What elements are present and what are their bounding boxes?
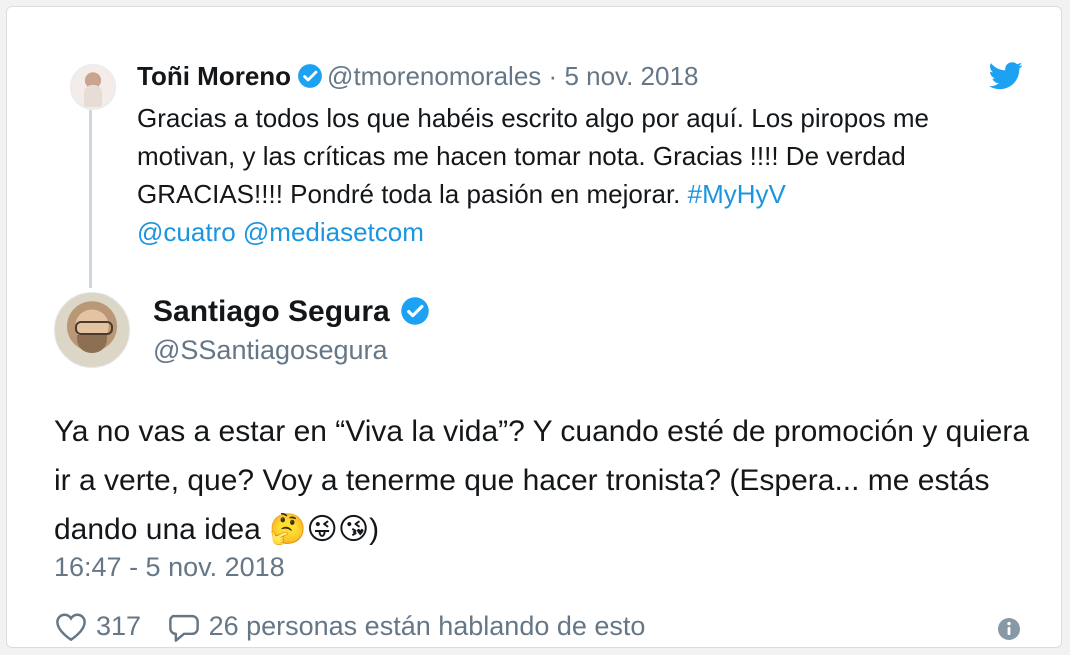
reply-author-handle[interactable]: @SSantiagosegura: [153, 335, 388, 366]
reply-author-name-row: Santiago Segura: [153, 295, 434, 329]
info-icon[interactable]: [997, 617, 1021, 641]
verified-badge-icon: [400, 297, 429, 325]
parent-tweet-header: Toñi Moreno @tmorenomorales · 5 nov. 2018: [137, 59, 698, 93]
mention-link-mediasetcom[interactable]: @mediasetcom: [243, 217, 424, 247]
reply-author-name[interactable]: Santiago Segura: [153, 295, 390, 328]
parent-author-name[interactable]: Toñi Moreno: [137, 61, 291, 91]
avatar-beard: [77, 335, 107, 353]
tweet-actions-bar: 317 26 personas están hablando de esto: [54, 611, 663, 651]
heart-icon: [56, 612, 86, 641]
conversation-action[interactable]: 26 personas están hablando de esto: [167, 611, 646, 642]
reply-timestamp[interactable]: 16:47 - 5 nov. 2018: [54, 552, 285, 583]
conversation-text: 26 personas están hablando de esto: [208, 611, 646, 641]
embedded-tweet-card: Toñi Moreno @tmorenomorales · 5 nov. 2018…: [6, 6, 1062, 648]
like-count: 317: [96, 611, 142, 641]
mention-link-cuatro[interactable]: @cuatro: [137, 217, 236, 247]
parent-avatar[interactable]: [70, 64, 116, 110]
parent-tweet-text: Gracias a todos los que habéis escrito a…: [137, 99, 1027, 251]
emoji-sequence: 🤔😜😘: [269, 512, 370, 547]
reply-avatar[interactable]: [54, 292, 130, 368]
parent-tweet-date[interactable]: 5 nov. 2018: [564, 61, 698, 91]
reply-tweet-body: Ya no vas a estar en “Viva la vida”? Y c…: [54, 415, 1030, 546]
reply-bubble-icon: [168, 614, 199, 642]
thread-connector-line: [89, 110, 92, 288]
twitter-bird-icon[interactable]: [989, 61, 1023, 91]
parent-tweet-body: Gracias a todos los que habéis escrito a…: [137, 103, 930, 209]
parent-author-handle[interactable]: @tmorenomorales: [327, 61, 541, 91]
hashtag-link[interactable]: #MyHyV: [688, 179, 786, 209]
header-separator: ·: [548, 61, 558, 91]
like-action[interactable]: 317: [54, 611, 141, 642]
avatar-glasses: [75, 321, 113, 335]
reply-tweet-closing: ): [369, 513, 380, 546]
reply-tweet-text: Ya no vas a estar en “Viva la vida”? Y c…: [54, 407, 1034, 554]
verified-badge-icon: [298, 64, 322, 88]
